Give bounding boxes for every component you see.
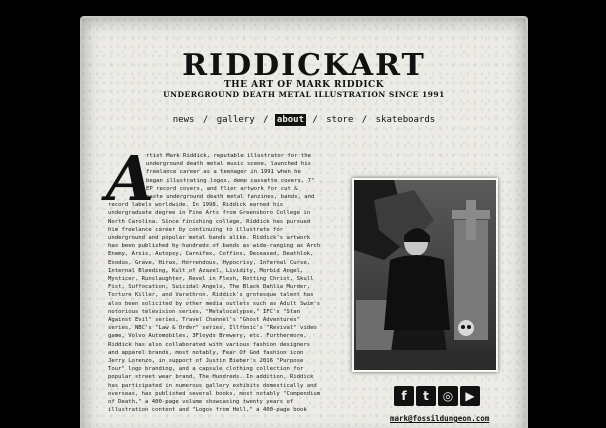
bio-line: North Carolina. Since finishing college,… <box>108 218 311 225</box>
bio-line: Fist, Suffocation, Suicidal Angels, The … <box>108 284 311 291</box>
bio-line: illustration content and "Logos from Hel… <box>108 407 307 414</box>
contact-email-link[interactable]: mark@fossildungeon.com <box>390 414 489 423</box>
bio-line: underground death metal music scene, lau… <box>146 161 312 168</box>
nav-item-skateboards[interactable]: skateboards <box>374 114 438 126</box>
bio-line: Torture Killer, and Varathron. Riddick's… <box>108 292 314 299</box>
nav-item-store[interactable]: store <box>324 114 355 126</box>
site-tagline: THE ART OF MARK RIDDICK <box>223 80 385 90</box>
artist-photo-image <box>354 180 496 370</box>
bio-line: Jerry Lorenzo, in support of Justin Bieb… <box>108 358 304 365</box>
main-nav: news / gallery / about / store / skatebo… <box>82 114 526 126</box>
bio-line: series, NBC's "Law & Order" series, Illf… <box>108 325 317 332</box>
bio-line: him freelance career by continuing to il… <box>108 226 284 233</box>
youtube-icon[interactable]: ▶ <box>460 386 480 406</box>
bio-line: Internal Bleeding, Kult of Azazel, Livid… <box>108 267 304 274</box>
bio-line: rtist Mark Riddick, reputable illustrato… <box>146 153 312 159</box>
content-panel: RIDDICKART THE ART OF MARK RIDDICK UNDER… <box>82 18 526 428</box>
bio-line: has been published by hundreds of bands … <box>108 243 321 250</box>
nav-separator: / <box>361 115 368 125</box>
facebook-icon[interactable]: f <box>394 386 414 406</box>
bio-line: popular street wear brand, The Hundreds.… <box>108 374 314 381</box>
bio-line: record labels worldwide. In 1998, Riddic… <box>108 202 284 209</box>
twitter-icon[interactable]: t <box>416 386 436 406</box>
site-subtagline: UNDERGROUND DEATH METAL ILLUSTRATION SIN… <box>163 90 445 99</box>
bio-text: rtist Mark Riddick, reputable illustrato… <box>108 152 326 428</box>
bio-line: notorious television series, "Metalocaly… <box>108 308 300 315</box>
bio-line: has participated in numerous gallery exh… <box>108 382 317 389</box>
nav-separator: / <box>202 115 209 125</box>
bio-line: Tour" logo branding, and a capsule cloth… <box>108 366 304 373</box>
bio-line: of Death," a 400-page volume showcasing … <box>108 399 294 406</box>
bio-line: also been solicited by other media outle… <box>108 300 321 307</box>
bio-line: freelance career as a teenager in 1991 w… <box>146 169 301 176</box>
nav-separator: / <box>263 115 269 125</box>
bio-line: underground and popular metal bands alik… <box>108 235 311 242</box>
bio-line: Enemy, Arsis, Autopsy, Carnifex, Coffins… <box>108 251 314 258</box>
site-logo[interactable]: RIDDICKART <box>82 48 526 83</box>
bio-line: Riddick has also collaborated with vario… <box>108 341 311 348</box>
bio-line: Mysticer, Runslaughter, Revel in Flesh, … <box>108 276 314 283</box>
nav-item-about[interactable]: about <box>274 114 306 126</box>
bio-line: Against Evil" series, Travel Channel's "… <box>108 317 300 324</box>
bio-line: and apparel brands, most notably, Fear O… <box>108 349 304 356</box>
bio-line: began illustrating logos, demo cassette … <box>146 177 315 184</box>
artist-photo <box>352 178 498 372</box>
bio-line: overseas, has published several books, m… <box>108 390 321 397</box>
social-links: f t ◎ ▶ <box>394 386 480 406</box>
bio-line: EP record covers, and flier artwork for … <box>146 185 298 192</box>
bio-line: undergraduate degree in Fine Arts from G… <box>108 210 311 217</box>
nav-item-gallery[interactable]: gallery <box>215 114 257 126</box>
bio-line: game, Volvo Automobiles, 3Floyds Brewery… <box>108 333 307 340</box>
instagram-icon[interactable]: ◎ <box>438 386 458 406</box>
bio-line: paste underground death metal fanzines, … <box>146 194 315 201</box>
nav-separator: / <box>312 115 318 125</box>
nav-item-news[interactable]: news <box>171 114 197 126</box>
bio-line: Exodus, Grave, Hirax, Horrendous, Hypocr… <box>108 259 311 266</box>
